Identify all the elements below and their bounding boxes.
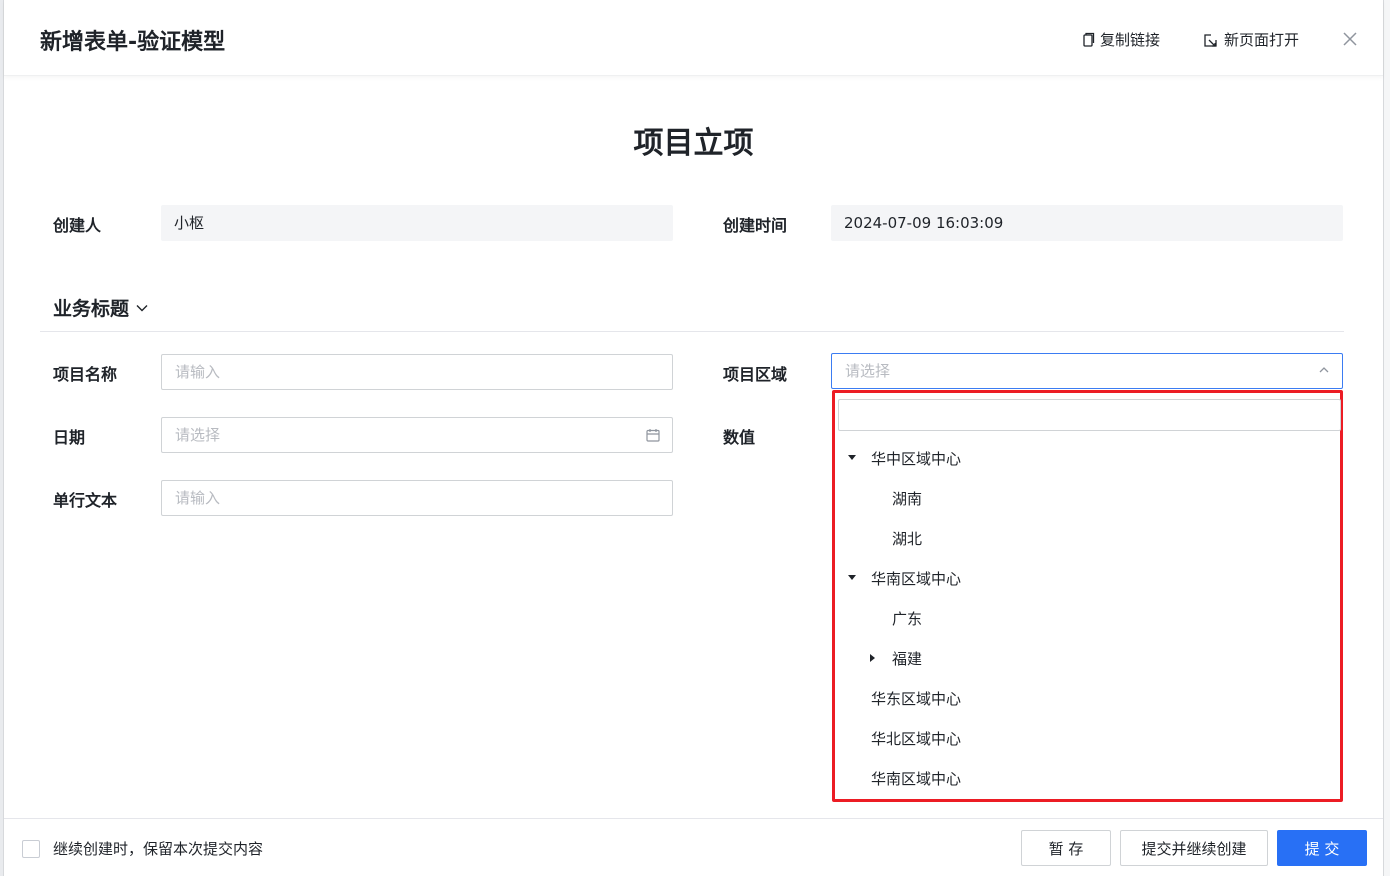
dialog-title: 新增表单-验证模型 <box>40 30 226 55</box>
tree-node[interactable]: 华中区域中心 <box>835 438 1340 478</box>
region-tree-dropdown: 华中区域中心 湖南 湖北 华南区域中心 广东 福建 华东区域中心 华北区域中心 华南区域中心 <box>832 390 1343 802</box>
copy-icon <box>1083 32 1095 47</box>
project-region-label: 项目区域 <box>723 365 788 384</box>
date-label: 日期 <box>53 428 86 447</box>
dialog-footer: 继续创建时，保留本次提交内容 暂 存 提交并继续创建 提 交 <box>4 818 1383 876</box>
single-text-label: 单行文本 <box>53 491 118 510</box>
submit-continue-button[interactable]: 提交并继续创建 <box>1120 830 1268 866</box>
dialog-header: 新增表单-验证模型 复制链接 新页面打开 <box>4 0 1383 76</box>
tree-node-label: 福建 <box>892 649 923 668</box>
section-business-title[interactable]: 业务标题 <box>53 294 149 321</box>
open-new-page-button[interactable]: 新页面打开 <box>1203 29 1299 50</box>
chevron-up-icon <box>1319 367 1329 373</box>
tree-node[interactable]: 福建 <box>835 638 1340 678</box>
new-form-dialog: 新增表单-验证模型 复制链接 新页面打开 项目立项 创建人 小枢 创建时间 20… <box>3 0 1384 876</box>
tree-node[interactable]: 华南区域中心 <box>835 558 1340 598</box>
calendar-icon <box>646 429 660 442</box>
project-region-placeholder: 请选择 <box>845 362 891 380</box>
tree-node-label: 华东区域中心 <box>871 689 962 708</box>
tree-node[interactable]: 广东 <box>835 598 1340 638</box>
project-name-input[interactable]: 请输入 <box>161 354 673 390</box>
tree-node-label: 湖北 <box>892 529 923 548</box>
keep-content-label: 继续创建时，保留本次提交内容 <box>53 840 264 858</box>
caret-down-icon[interactable] <box>847 453 857 463</box>
project-region-select[interactable]: 请选择 <box>831 353 1343 389</box>
open-new-page-label: 新页面打开 <box>1224 31 1300 49</box>
section-title-label: 业务标题 <box>53 298 130 320</box>
tree-node-label: 广东 <box>892 609 923 628</box>
copy-link-label: 复制链接 <box>1100 31 1161 49</box>
tree-node-label: 湖南 <box>892 489 923 508</box>
tree-node-label: 华南区域中心 <box>871 769 962 788</box>
tree-node[interactable]: 湖南 <box>835 478 1340 518</box>
copy-link-button[interactable]: 复制链接 <box>1081 29 1160 50</box>
tree-node[interactable]: 华北区域中心 <box>835 718 1340 758</box>
creator-label: 创建人 <box>53 216 102 235</box>
date-picker-input[interactable]: 请选择 <box>161 417 673 453</box>
caret-right-icon[interactable] <box>868 653 878 663</box>
submit-button[interactable]: 提 交 <box>1277 830 1367 866</box>
created-time-value: 2024-07-09 16:03:09 <box>831 205 1343 241</box>
single-text-input[interactable]: 请输入 <box>161 480 673 516</box>
tree-search-input[interactable] <box>838 399 1341 431</box>
save-draft-button[interactable]: 暂 存 <box>1021 830 1111 866</box>
section-divider <box>40 331 1344 332</box>
form-title: 项目立项 <box>633 126 754 161</box>
caret-down-icon[interactable] <box>847 573 857 583</box>
tree-node[interactable]: 华东区域中心 <box>835 678 1340 718</box>
project-name-label: 项目名称 <box>53 365 118 384</box>
chevron-down-icon <box>136 304 148 311</box>
date-placeholder: 请选择 <box>175 426 221 444</box>
number-label: 数值 <box>723 428 756 447</box>
external-link-icon <box>1204 33 1217 47</box>
scrollbar-track <box>1384 0 1390 876</box>
tree-node-label: 华北区域中心 <box>871 729 962 748</box>
created-time-label: 创建时间 <box>723 216 788 235</box>
tree-node[interactable]: 湖北 <box>835 518 1340 558</box>
tree-node-label: 华南区域中心 <box>871 569 962 588</box>
tree-node[interactable]: 华南区域中心 <box>835 758 1340 798</box>
keep-content-checkbox[interactable] <box>22 840 40 858</box>
close-icon[interactable] <box>1341 30 1359 48</box>
tree-node-label: 华中区域中心 <box>871 449 962 468</box>
creator-value: 小枢 <box>161 205 673 241</box>
